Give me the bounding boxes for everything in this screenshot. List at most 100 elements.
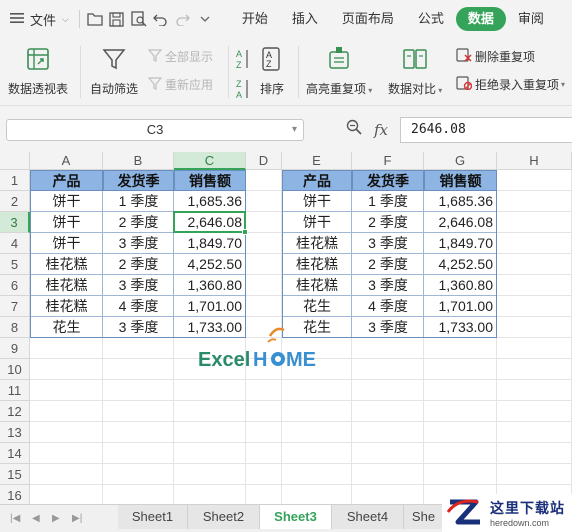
left-table-cell[interactable]: 饼干 <box>30 233 103 254</box>
column-header-e[interactable]: E <box>282 152 352 170</box>
left-table-cell[interactable]: 饼干 <box>30 212 103 233</box>
left-table-cell[interactable]: 4,252.50 <box>174 254 246 275</box>
right-table-cell[interactable]: 2 季度 <box>352 254 424 275</box>
row-header-1[interactable]: 1 <box>0 170 30 191</box>
last-sheet-icon[interactable]: ▶| <box>72 513 82 524</box>
data-compare-button[interactable]: 数据对比 ▾ <box>388 44 442 97</box>
left-table-cell[interactable]: 桂花糕 <box>30 296 103 317</box>
show-all-button[interactable]: 全部显示 <box>147 48 213 65</box>
right-table-cell[interactable]: 1,360.80 <box>424 275 497 296</box>
right-table-cell[interactable]: 1 季度 <box>352 191 424 212</box>
open-folder-icon[interactable] <box>84 8 106 30</box>
left-table-cell[interactable]: 桂花糕 <box>30 254 103 275</box>
left-table-cell[interactable]: 1,685.36 <box>174 191 246 212</box>
right-table-cell[interactable]: 桂花糕 <box>282 254 352 275</box>
autofilter-button[interactable]: 自动筛选 <box>90 44 138 97</box>
sort-ascending-button[interactable]: AZ <box>236 48 250 73</box>
select-all-corner[interactable] <box>0 152 30 170</box>
column-header-f[interactable]: F <box>352 152 424 170</box>
name-box[interactable]: C3 ▾ <box>6 119 304 141</box>
row-header-6[interactable]: 6 <box>0 275 30 296</box>
formula-input[interactable]: 2646.08 <box>400 117 572 143</box>
row-header-16[interactable]: 16 <box>0 485 30 504</box>
left-table-cell[interactable]: 花生 <box>30 317 103 338</box>
sheet-tab-3[interactable]: Sheet3 <box>260 505 332 529</box>
left-table-cell[interactable]: 3 季度 <box>103 275 174 296</box>
row-header-10[interactable]: 10 <box>0 359 30 380</box>
tab-formulas[interactable]: 公式 <box>406 7 456 31</box>
sheet-tab-2[interactable]: Sheet2 <box>188 505 260 529</box>
tab-insert[interactable]: 插入 <box>280 7 330 31</box>
undo-icon[interactable] <box>150 8 172 30</box>
left-table-cell[interactable]: 2 季度 <box>103 254 174 275</box>
quick-access-dropdown-icon[interactable] <box>194 8 216 30</box>
file-menu-button[interactable]: 文件 ⌵ <box>0 0 75 38</box>
right-table-cell[interactable]: 1,685.36 <box>424 191 497 212</box>
left-table-cell[interactable]: 1,701.00 <box>174 296 246 317</box>
highlight-duplicates-button[interactable]: 高亮重复项 ▾ <box>306 44 372 97</box>
left-table-cell[interactable]: 饼干 <box>30 191 103 212</box>
print-preview-icon[interactable] <box>128 8 150 30</box>
column-header-d[interactable]: D <box>246 152 282 170</box>
left-table-header-cell[interactable]: 发货季 <box>103 170 174 191</box>
row-header-3[interactable]: 3 <box>0 212 30 233</box>
left-table-cell[interactable]: 4 季度 <box>103 296 174 317</box>
left-table-cell[interactable]: 1,849.70 <box>174 233 246 254</box>
left-table-cell[interactable]: 桂花糕 <box>30 275 103 296</box>
row-header-13[interactable]: 13 <box>0 422 30 443</box>
insert-function-button[interactable]: fx <box>374 121 388 139</box>
row-header-11[interactable]: 11 <box>0 380 30 401</box>
left-table-header-cell[interactable]: 产品 <box>30 170 103 191</box>
prev-sheet-icon[interactable]: ◀ <box>32 513 40 524</box>
left-table-header-cell[interactable]: 销售额 <box>174 170 246 191</box>
next-sheet-icon[interactable]: ▶ <box>52 513 60 524</box>
right-table-cell[interactable]: 1,849.70 <box>424 233 497 254</box>
tab-home[interactable]: 开始 <box>230 7 280 31</box>
right-table-cell[interactable]: 4 季度 <box>352 296 424 317</box>
row-header-2[interactable]: 2 <box>0 191 30 212</box>
save-icon[interactable] <box>106 8 128 30</box>
column-header-g[interactable]: G <box>424 152 497 170</box>
right-table-cell[interactable]: 3 季度 <box>352 233 424 254</box>
left-table-cell[interactable]: 2,646.08 <box>174 212 246 233</box>
sort-descending-button[interactable]: ZA <box>236 78 250 103</box>
sheet-tab-5[interactable]: She <box>404 505 444 529</box>
left-table-cell[interactable]: 1 季度 <box>103 191 174 212</box>
row-header-8[interactable]: 8 <box>0 317 30 338</box>
tab-page-layout[interactable]: 页面布局 <box>330 7 406 31</box>
left-table-cell[interactable]: 3 季度 <box>103 317 174 338</box>
right-table-cell[interactable]: 1,733.00 <box>424 317 497 338</box>
column-header-b[interactable]: B <box>103 152 174 170</box>
right-table-cell[interactable]: 3 季度 <box>352 317 424 338</box>
column-header-a[interactable]: A <box>30 152 103 170</box>
reject-duplicates-button[interactable]: 拒绝录入重复项 ▾ <box>456 76 565 93</box>
left-table-cell[interactable]: 1,360.80 <box>174 275 246 296</box>
right-table-cell[interactable]: 1,701.00 <box>424 296 497 317</box>
right-table-cell[interactable]: 桂花糕 <box>282 233 352 254</box>
left-table-cell[interactable]: 3 季度 <box>103 233 174 254</box>
right-table-cell[interactable]: 桂花糕 <box>282 275 352 296</box>
reapply-button[interactable]: 重新应用 <box>147 76 213 93</box>
tab-review[interactable]: 审阅 <box>506 7 556 31</box>
right-table-cell[interactable]: 3 季度 <box>352 275 424 296</box>
row-header-12[interactable]: 12 <box>0 401 30 422</box>
right-table-cell[interactable]: 饼干 <box>282 191 352 212</box>
right-table-header-cell[interactable]: 发货季 <box>352 170 424 191</box>
remove-duplicates-button[interactable]: 删除重复项 <box>456 48 535 65</box>
column-header-h[interactable]: H <box>497 152 572 170</box>
right-table-header-cell[interactable]: 产品 <box>282 170 352 191</box>
right-table-cell[interactable]: 饼干 <box>282 212 352 233</box>
row-header-15[interactable]: 15 <box>0 464 30 485</box>
right-table-header-cell[interactable]: 销售额 <box>424 170 497 191</box>
row-header-7[interactable]: 7 <box>0 296 30 317</box>
row-header-9[interactable]: 9 <box>0 338 30 359</box>
right-table-cell[interactable]: 2 季度 <box>352 212 424 233</box>
sheet-tab-1[interactable]: Sheet1 <box>118 505 188 529</box>
left-table-cell[interactable]: 2 季度 <box>103 212 174 233</box>
first-sheet-icon[interactable]: |◀ <box>10 513 20 524</box>
tab-data[interactable]: 数据 <box>455 7 506 31</box>
sheet-tab-4[interactable]: Sheet4 <box>332 505 404 529</box>
right-table-cell[interactable]: 花生 <box>282 296 352 317</box>
row-header-14[interactable]: 14 <box>0 443 30 464</box>
redo-icon[interactable] <box>172 8 194 30</box>
